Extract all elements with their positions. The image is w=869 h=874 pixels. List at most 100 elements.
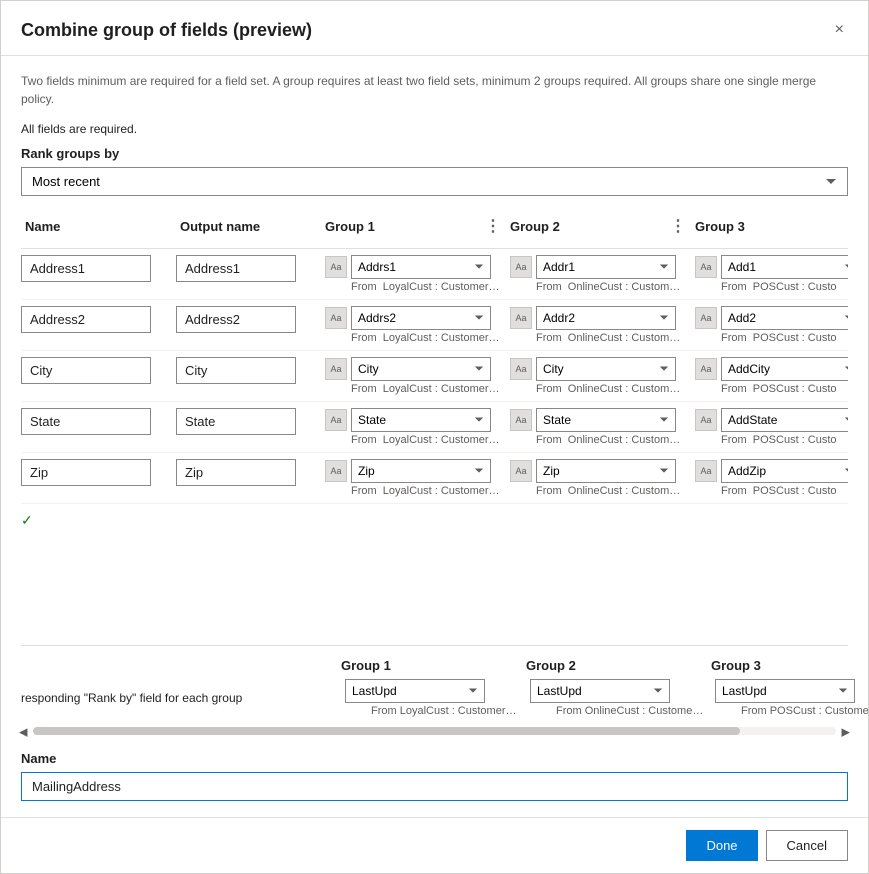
bottom-grid-header: Group 1 Group 2 Group 3: [21, 658, 848, 673]
field-icon-g2-4: Aa: [510, 460, 532, 482]
rank-select[interactable]: Most recent: [21, 167, 848, 196]
field-icon-g3-4: Aa: [695, 460, 717, 482]
bottom-group1-from: From LoyalCust : CustomerData: [345, 705, 520, 717]
fields-scroll: Name Output name Group 1 ⋮ Group 2 ⋮ Gro…: [21, 212, 848, 637]
bottom-group2-cell: LastUpd From OnlineCust : CustomerData: [526, 679, 711, 717]
group3-select-0[interactable]: Add1: [721, 255, 848, 279]
output-input-0[interactable]: [176, 255, 296, 282]
col-header-group2: Group 2 ⋮: [506, 212, 691, 240]
group2-cell-1: Aa Addr2 From OnlineCust : Customer...: [506, 306, 691, 344]
group1-more-icon[interactable]: ⋮: [485, 216, 502, 236]
group1-cell-2: Aa City From LoyalCust : CustomerD...: [321, 357, 506, 395]
col-header-group3: Group 3: [691, 215, 848, 238]
field-icon-g3-1: Aa: [695, 307, 717, 329]
name-cell-1: [21, 306, 176, 333]
group2-from-3: From OnlineCust : Customer...: [510, 434, 685, 446]
bottom-group1-cell: LastUpd From LoyalCust : CustomerData: [341, 679, 526, 717]
field-icon-g1-3: Aa: [325, 409, 347, 431]
close-button[interactable]: ×: [831, 17, 848, 43]
rank-label: Rank groups by: [21, 146, 848, 161]
cancel-button[interactable]: Cancel: [766, 830, 848, 861]
group3-select-1[interactable]: Add2: [721, 306, 848, 330]
group2-select-4[interactable]: Zip: [536, 459, 676, 483]
bottom-group3-cell: LastUpd From POSCust : CustomerDat: [711, 679, 868, 717]
bottom-group2-select[interactable]: LastUpd: [530, 679, 670, 703]
field-icon-g3-0: Aa: [695, 256, 717, 278]
group3-cell-4: Aa AddZip From POSCust : Custo: [691, 459, 848, 497]
bottom-group3-from: From POSCust : CustomerDat: [715, 705, 868, 717]
horizontal-scrollbar[interactable]: ◀ ▶: [21, 727, 848, 737]
group3-cell-2: Aa AddCity From POSCust : Custo: [691, 357, 848, 395]
required-note: All fields are required.: [21, 122, 848, 136]
table-row: Aa Zip From LoyalCust : CustomerD... Aa …: [21, 453, 848, 504]
bottom-group1-select[interactable]: LastUpd: [345, 679, 485, 703]
done-button[interactable]: Done: [686, 830, 757, 861]
scroll-right-arrow[interactable]: ▶: [842, 726, 850, 739]
group1-cell-3: Aa State From LoyalCust : CustomerD...: [321, 408, 506, 446]
name-input-2[interactable]: [21, 357, 151, 384]
output-cell-0: [176, 255, 321, 282]
group1-from-4: From LoyalCust : CustomerD...: [325, 485, 500, 497]
field-icon-g1-0: Aa: [325, 256, 347, 278]
group2-from-0: From OnlineCust : Customer...: [510, 281, 685, 293]
name-label: Name: [21, 751, 848, 766]
bottom-section: Group 1 Group 2 Group 3 responding "Rank…: [21, 645, 848, 717]
field-icon-g1-1: Aa: [325, 307, 347, 329]
field-icon-g2-2: Aa: [510, 358, 532, 380]
field-icon-g3-2: Aa: [695, 358, 717, 380]
group2-select-2[interactable]: City: [536, 357, 676, 381]
output-cell-4: [176, 459, 321, 486]
column-headers: Name Output name Group 1 ⋮ Group 2 ⋮ Gro…: [21, 212, 848, 249]
name-cell-2: [21, 357, 176, 384]
group1-from-2: From LoyalCust : CustomerD...: [325, 383, 500, 395]
scroll-left-arrow[interactable]: ◀: [19, 726, 27, 739]
validation-checkmark: ✓: [21, 504, 848, 537]
name-section: Name: [21, 751, 848, 801]
output-cell-1: [176, 306, 321, 333]
group2-from-2: From OnlineCust : Customer...: [510, 383, 685, 395]
group3-from-3: From POSCust : Custo: [695, 434, 848, 446]
col-header-output: Output name: [176, 215, 321, 238]
group3-cell-0: Aa Add1 From POSCust : Custo: [691, 255, 848, 293]
name-input-3[interactable]: [21, 408, 151, 435]
name-cell-4: [21, 459, 176, 486]
group1-select-4[interactable]: Zip: [351, 459, 491, 483]
output-input-3[interactable]: [176, 408, 296, 435]
group1-select-0[interactable]: Addrs1: [351, 255, 491, 279]
group2-select-1[interactable]: Addr2: [536, 306, 676, 330]
name-input-1[interactable]: [21, 306, 151, 333]
name-input[interactable]: [21, 772, 848, 801]
table-row: Aa Addrs1 From LoyalCust : CustomerD... …: [21, 249, 848, 300]
group1-cell-0: Aa Addrs1 From LoyalCust : CustomerD...: [321, 255, 506, 293]
col-header-group1: Group 1 ⋮: [321, 212, 506, 240]
description-text: Two fields minimum are required for a fi…: [21, 72, 848, 108]
group1-cell-1: Aa Addrs2 From LoyalCust : CustomerD...: [321, 306, 506, 344]
field-icon-g1-2: Aa: [325, 358, 347, 380]
output-input-1[interactable]: [176, 306, 296, 333]
group1-select-1[interactable]: Addrs2: [351, 306, 491, 330]
group1-select-3[interactable]: State: [351, 408, 491, 432]
group3-select-3[interactable]: AddState: [721, 408, 848, 432]
name-cell-3: [21, 408, 176, 435]
group1-from-1: From LoyalCust : CustomerD...: [325, 332, 500, 344]
field-icon-g3-3: Aa: [695, 409, 717, 431]
bottom-group3-select[interactable]: LastUpd: [715, 679, 855, 703]
name-input-0[interactable]: [21, 255, 151, 282]
group2-select-3[interactable]: State: [536, 408, 676, 432]
group3-cell-3: Aa AddState From POSCust : Custo: [691, 408, 848, 446]
group2-cell-4: Aa Zip From OnlineCust : Customer...: [506, 459, 691, 497]
output-cell-3: [176, 408, 321, 435]
group1-select-2[interactable]: City: [351, 357, 491, 381]
group3-select-4[interactable]: AddZip: [721, 459, 848, 483]
name-input-4[interactable]: [21, 459, 151, 486]
bottom-grid-row: responding "Rank by" field for each grou…: [21, 679, 848, 717]
output-input-2[interactable]: [176, 357, 296, 384]
bottom-group3-label: Group 3: [711, 658, 868, 673]
group3-from-0: From POSCust : Custo: [695, 281, 848, 293]
group2-select-0[interactable]: Addr1: [536, 255, 676, 279]
dialog-title: Combine group of fields (preview): [21, 20, 312, 41]
bottom-group1-label: Group 1: [341, 658, 526, 673]
group2-more-icon[interactable]: ⋮: [670, 216, 687, 236]
output-input-4[interactable]: [176, 459, 296, 486]
group3-select-2[interactable]: AddCity: [721, 357, 848, 381]
